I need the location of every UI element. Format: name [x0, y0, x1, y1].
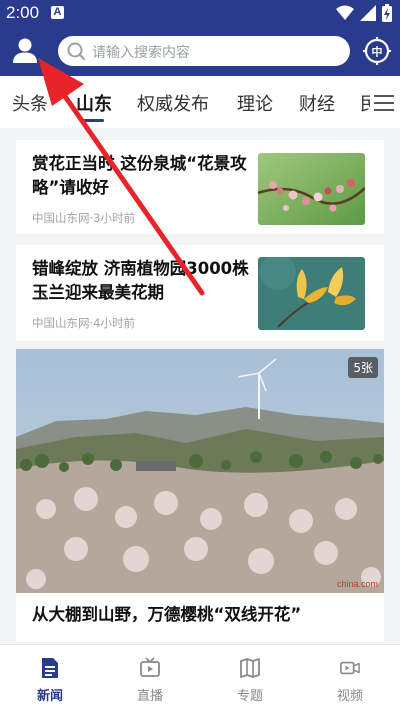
scan-icon: 中 — [363, 37, 391, 65]
tab-shandong[interactable]: 山东 — [76, 90, 112, 116]
news-item-title: 错峰绽放 济南植物园3000株玉兰迎来最美花期 — [32, 259, 249, 302]
bottom-navigation: 新闻 直播 专题 视频 — [0, 644, 400, 711]
tab-headlines[interactable]: 头条 — [12, 90, 48, 116]
video-camera-icon — [340, 661, 360, 675]
nav-live[interactable]: 直播 — [100, 645, 200, 711]
news-item[interactable]: 错峰绽放 济南植物园3000株玉兰迎来最美花期 中国山东网·4小时前 — [16, 245, 384, 341]
search-placeholder: 请输入搜索内容 — [92, 45, 190, 61]
search-input[interactable]: 请输入搜索内容 — [58, 36, 350, 66]
nav-news[interactable]: 新闻 — [0, 645, 100, 711]
tab-official[interactable]: 权威发布 — [137, 90, 209, 116]
notification-badge-icon: A — [51, 6, 64, 19]
search-icon — [67, 42, 85, 60]
channel-tabs: 头条 山东 权威发布 理论 财经 民 — [0, 76, 400, 128]
image-count-badge: 5张 — [348, 357, 378, 378]
news-item-meta: 中国山东网·4小时前 — [32, 316, 135, 330]
status-icons — [336, 4, 392, 22]
nav-video[interactable]: 视频 — [300, 645, 400, 711]
live-tv-icon — [140, 657, 160, 677]
news-item-thumbnail — [258, 257, 365, 330]
nav-live-label: 直播 — [136, 689, 163, 704]
feature-title: 从大棚到山野，万德樱桃“双线开花” — [32, 605, 302, 624]
status-time: 2:00 — [6, 3, 40, 22]
news-item-thumbnail — [258, 153, 365, 225]
feature-news-card[interactable]: 5张 china.com 从大棚到山野，万德樱桃“双线开花” — [16, 349, 384, 642]
scan-button[interactable]: 中 — [362, 36, 392, 66]
wifi-icon — [336, 5, 354, 20]
user-profile-button[interactable] — [10, 36, 40, 66]
battery-icon — [382, 4, 392, 22]
app-header: 请输入搜索内容 中 — [0, 26, 400, 76]
active-tab-indicator — [82, 119, 104, 122]
feature-image: 5张 china.com — [16, 349, 384, 593]
nav-topics-label: 专题 — [236, 689, 263, 704]
tab-menu-button[interactable] — [370, 86, 400, 120]
nav-topics[interactable]: 专题 — [200, 645, 300, 711]
scan-icon-label: 中 — [372, 45, 383, 59]
status-bar: 2:00 A — [0, 0, 400, 26]
news-item-title: 赏花正当时 这份泉城“花景攻略”请收好 — [32, 154, 247, 197]
news-icon — [42, 658, 58, 678]
news-item-meta: 中国山东网·3小时前 — [32, 211, 135, 225]
nav-video-label: 视频 — [336, 689, 363, 704]
image-watermark: china.com — [336, 579, 378, 589]
user-avatar-icon — [13, 38, 37, 63]
tab-theory[interactable]: 理论 — [237, 90, 273, 116]
news-item[interactable]: 赏花正当时 这份泉城“花景攻略”请收好 中国山东网·3小时前 — [16, 140, 384, 234]
nav-news-label: 新闻 — [36, 689, 63, 704]
signal-icon — [360, 5, 376, 21]
menu-icon — [374, 95, 394, 111]
topic-map-icon — [240, 658, 260, 678]
tab-finance[interactable]: 财经 — [299, 90, 335, 116]
